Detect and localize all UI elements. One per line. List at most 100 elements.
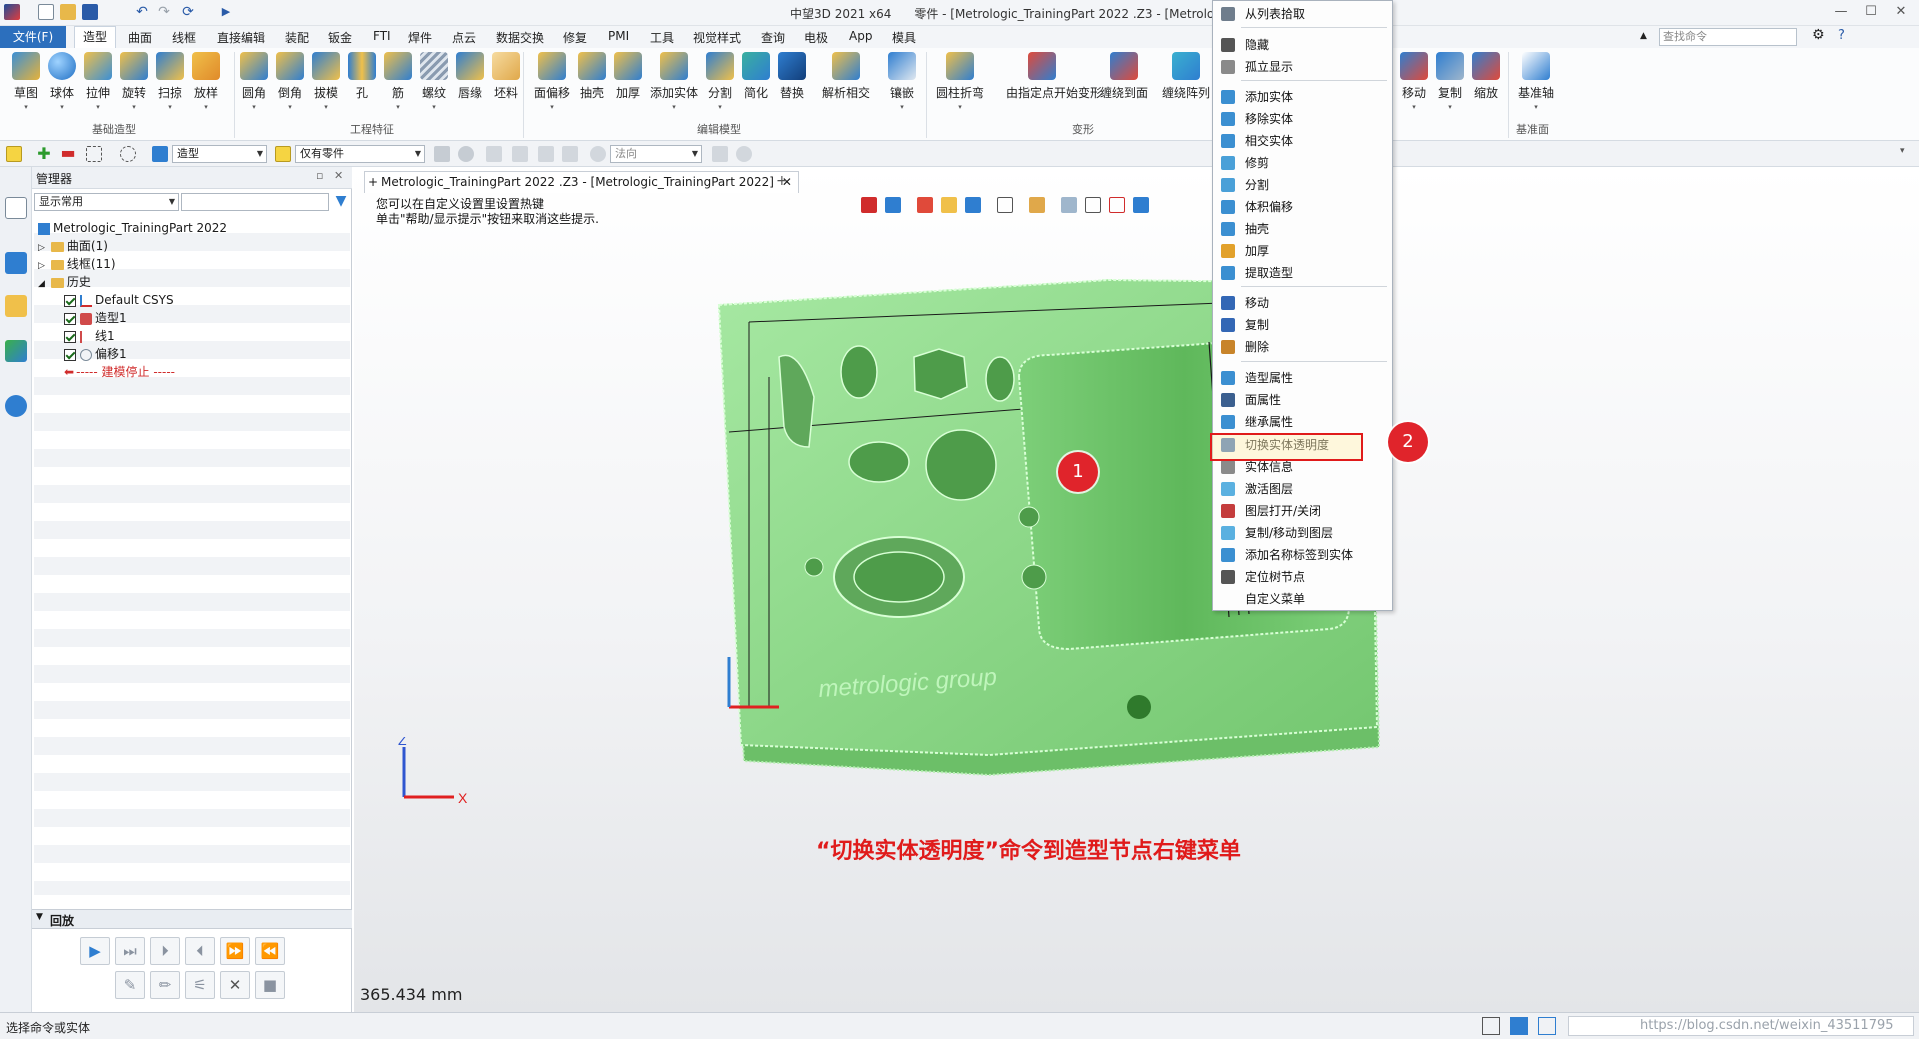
tab-fti[interactable]: FTI [373, 29, 391, 43]
playback-header[interactable]: ▼ 回放 [32, 909, 352, 929]
tree-root[interactable]: Metrologic_TrainingPart 2022 [38, 219, 227, 237]
run-icon[interactable]: ▶ [218, 4, 234, 20]
tab-query[interactable]: 查询 [761, 29, 785, 46]
tree-node-surface[interactable]: ▷ 曲面(1) [38, 237, 108, 255]
direction-combo[interactable]: 法向 ▼ [610, 145, 702, 163]
tab-wireframe[interactable]: 线框 [172, 29, 196, 46]
cylinder-bend-button[interactable]: 圆柱折弯 ▾ [935, 52, 985, 111]
panel-close-icon[interactable]: ✕ [334, 169, 343, 182]
tree-node-history[interactable]: ◢ 历史 [38, 273, 91, 291]
point-deform-button[interactable]: 由指定点开始变形 [1006, 52, 1102, 101]
shading-icon[interactable] [965, 197, 981, 213]
add-body-button[interactable]: 添加实体 ▾ [650, 52, 698, 111]
app-logo-icon[interactable] [4, 4, 20, 20]
tab-data-exchange[interactable]: 数据交换 [496, 29, 544, 46]
thread-button[interactable]: 螺纹 ▾ [416, 52, 452, 111]
loft-button[interactable]: 放样 ▾ [188, 52, 224, 111]
rib-button[interactable]: 筋 ▾ [380, 52, 416, 111]
context-menu-item[interactable]: 移除实体 [1213, 108, 1392, 130]
render-mode-icon[interactable] [941, 197, 957, 213]
manager-filter-icon[interactable]: ▼ [332, 193, 350, 211]
tab-modeling[interactable]: 造型 [74, 26, 117, 48]
playback-stop-button[interactable]: ■ [255, 971, 285, 999]
select-mode-icon[interactable] [6, 146, 22, 162]
exit-icon[interactable] [861, 197, 877, 213]
sweep-button[interactable]: 扫掠 ▾ [152, 52, 188, 111]
fillet-button[interactable]: 圆角 ▾ [236, 52, 272, 111]
tab-sheetmetal[interactable]: 钣金 [328, 29, 352, 46]
context-menu-item[interactable]: 相交实体 [1213, 130, 1392, 152]
draft-button[interactable]: 拔模 ▾ [308, 52, 344, 111]
file-menu[interactable]: 文件(F) [0, 26, 66, 48]
assembly-manager-icon[interactable] [5, 252, 27, 274]
context-menu-item[interactable]: 复制/移动到图层 [1213, 522, 1392, 544]
tree-node-line1[interactable]: 线1 [64, 327, 115, 345]
rewind-button[interactable]: ⏪ [255, 937, 285, 965]
wrap-to-face-button[interactable]: 缠绕到面 [1098, 52, 1150, 101]
tab-tools[interactable]: 工具 [650, 29, 674, 46]
context-menu-item[interactable]: 造型属性 [1213, 367, 1392, 389]
simplify-button[interactable]: 简化 [738, 52, 774, 101]
playback-option1-button[interactable]: ✎ [115, 971, 145, 999]
visibility-checkbox[interactable] [64, 312, 76, 325]
context-menu-item[interactable]: 孤立显示 [1213, 56, 1392, 78]
tab-point-cloud[interactable]: 点云 [452, 29, 476, 46]
new-tab-button[interactable]: + [776, 173, 788, 189]
tab-pmi[interactable]: PMI [608, 29, 629, 43]
section-view-icon[interactable] [1061, 197, 1077, 213]
undo-icon[interactable]: ↶ [134, 4, 150, 20]
blank-button[interactable]: 坯料 [488, 52, 524, 101]
tree-node-offset1[interactable]: 偏移1 [64, 345, 127, 363]
context-menu-item[interactable]: 图层打开/关闭 [1213, 500, 1392, 522]
tab-direct-edit[interactable]: 直接编辑 [217, 29, 265, 46]
tab-repair[interactable]: 修复 [563, 29, 587, 46]
manager-filter-combo[interactable]: 显示常用 ▼ [34, 193, 179, 211]
direction-settings-icon[interactable] [736, 146, 752, 162]
face-offset-button[interactable]: 面偏移 ▾ [530, 52, 574, 111]
filter-combo[interactable]: 造型 ▼ [172, 145, 267, 163]
document-tab[interactable]: + Metrologic_TrainingPart 2022 .Z3 - [Me… [364, 171, 799, 193]
fast-forward-button[interactable]: ⏩ [220, 937, 250, 965]
scope-icon[interactable] [275, 146, 291, 162]
step-end-button[interactable]: ⏭ [115, 937, 145, 965]
visual-manager-icon[interactable] [5, 340, 27, 362]
box-select-icon[interactable] [86, 146, 102, 162]
playback-option2-button[interactable]: ✏ [150, 971, 180, 999]
wrap-pattern-button[interactable]: 缠绕阵列 [1162, 52, 1210, 101]
extrude-button[interactable]: 拉伸 ▾ [80, 52, 116, 111]
save-icon[interactable] [82, 4, 98, 20]
add-selection-icon[interactable]: ✚ [36, 146, 52, 162]
scale-button[interactable]: 缩放 [1468, 52, 1504, 101]
maximize-button[interactable]: ☐ [1862, 3, 1880, 21]
sketch-view-icon[interactable] [917, 197, 933, 213]
context-menu-item[interactable]: 自定义菜单 [1213, 588, 1392, 610]
clip-plane-icon[interactable] [1109, 197, 1125, 213]
context-menu-item[interactable]: 继承属性 [1213, 411, 1392, 433]
pin-icon[interactable]: ▫ [316, 169, 323, 182]
context-menu-item[interactable]: 抽壳 [1213, 218, 1392, 240]
hole-button[interactable]: 孔 [344, 52, 380, 101]
tab-visual-style[interactable]: 视觉样式 [693, 29, 741, 46]
step-back-button[interactable]: ⏴ [185, 937, 215, 965]
tab-app[interactable]: App [849, 29, 872, 43]
tree-node-modeling-stop[interactable]: ⬅ ----- 建模停止 ----- [64, 363, 175, 381]
lip-button[interactable]: 唇缘 [452, 52, 488, 101]
tab-assembly[interactable]: 装配 [285, 29, 309, 46]
thicken-button[interactable]: 加厚 [610, 52, 646, 101]
ribbon-collapse-icon[interactable]: ▲ [1640, 31, 1647, 41]
sketch-button[interactable]: 草图 ▾ [8, 52, 44, 111]
pick-filter-icon[interactable] [434, 146, 450, 162]
play-button[interactable]: ▶ [80, 937, 110, 965]
context-menu-item[interactable]: 添加名称标签到实体 [1213, 544, 1392, 566]
box-view-icon[interactable] [997, 197, 1013, 213]
align-bottom-icon[interactable] [562, 146, 578, 162]
context-menu-item[interactable]: 修剪 [1213, 152, 1392, 174]
tab-electrode[interactable]: 电极 [804, 29, 828, 46]
refresh-icon[interactable]: ⟳ [180, 4, 196, 20]
scope-combo[interactable]: 仅有零件 ▼ [295, 145, 425, 163]
material-icon[interactable] [1029, 197, 1045, 213]
shell-button[interactable]: 抽壳 [574, 52, 610, 101]
playback-cancel-button[interactable]: ✕ [220, 971, 250, 999]
open-file-icon[interactable] [60, 4, 76, 20]
redo-icon[interactable]: ↷ [156, 4, 172, 20]
